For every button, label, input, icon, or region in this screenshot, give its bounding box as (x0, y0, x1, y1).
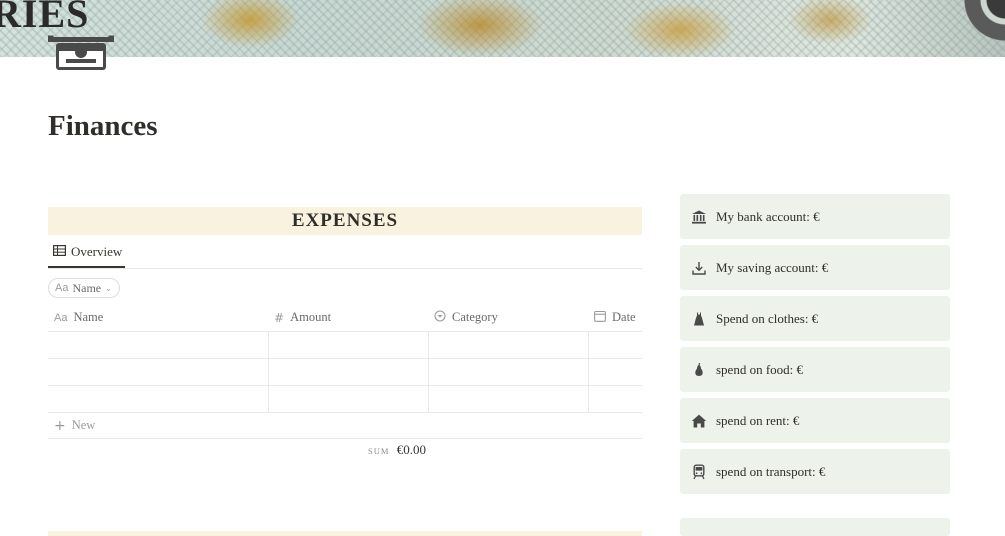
text-property-icon: Aa (54, 311, 68, 324)
cover-image: RIES (0, 0, 1005, 57)
callout-text: spend on rent: € (716, 412, 800, 428)
plus-icon: + (54, 417, 66, 434)
tab-overview[interactable]: Overview (48, 238, 125, 268)
cell-date[interactable] (588, 386, 642, 412)
sum-calculation[interactable]: SUM €0.00 (368, 442, 426, 458)
new-row-button[interactable]: + New (48, 413, 642, 439)
cell-category[interactable] (428, 386, 588, 412)
expenses-table: Aa Name # Amount Category Date + New (48, 304, 642, 439)
calendar-icon (594, 310, 606, 326)
sum-value: €0.00 (396, 442, 426, 457)
new-row-label: New (71, 418, 96, 432)
view-tabs: Overview (48, 238, 642, 269)
callout-bank-account[interactable]: My bank account: € (680, 194, 950, 239)
cell-name[interactable] (48, 359, 268, 385)
pear-icon (691, 362, 707, 378)
money-icon[interactable] (46, 34, 116, 74)
callout-saving-account[interactable]: My saving account: € (680, 245, 950, 290)
expenses-header: EXPENSES (48, 207, 642, 235)
tab-overview-label: Overview (71, 244, 123, 259)
column-header-date[interactable]: Date (588, 304, 642, 331)
callout-text: spend on transport: € (716, 463, 826, 479)
table-header-row: Aa Name # Amount Category Date (48, 304, 642, 332)
callout-rent[interactable]: spend on rent: € (680, 398, 950, 443)
select-icon (434, 309, 446, 326)
callout-transport[interactable]: spend on transport: € (680, 449, 950, 494)
column-header-category[interactable]: Category (428, 304, 588, 331)
column-label: Category (452, 310, 498, 324)
bank-icon (691, 209, 707, 225)
callout-text: My saving account: € (716, 259, 829, 275)
callout-text: Spend on clothes: € (716, 310, 819, 326)
column-header-amount[interactable]: # Amount (268, 304, 428, 331)
text-property-icon: Aa (55, 282, 69, 294)
train-icon (691, 464, 707, 480)
number-property-icon: # (274, 310, 285, 325)
column-label: Amount (290, 310, 332, 324)
table-icon (53, 244, 67, 260)
name-filter[interactable]: Aa Name ⌄ (48, 278, 120, 298)
cell-date[interactable] (588, 359, 642, 385)
callout-clothes[interactable]: Spend on clothes: € (680, 296, 950, 341)
sum-label: SUM (368, 446, 390, 456)
column-header-name[interactable]: Aa Name (48, 304, 268, 331)
name-filter-label: Name (72, 280, 102, 295)
cell-name[interactable] (48, 332, 268, 358)
table-row[interactable] (48, 332, 642, 359)
cell-amount[interactable] (268, 359, 428, 385)
cover-corner-ornament (955, 0, 1005, 57)
cover-text: RIES (0, 0, 90, 36)
page-title: Finances (48, 110, 158, 142)
chevron-down-icon: ⌄ (105, 283, 112, 293)
download-icon (691, 260, 707, 276)
cell-category[interactable] (428, 359, 588, 385)
cell-amount[interactable] (268, 386, 428, 412)
dress-icon (691, 311, 707, 327)
cell-date[interactable] (588, 332, 642, 358)
cell-category[interactable] (428, 332, 588, 358)
next-section-header (48, 531, 642, 536)
table-row[interactable] (48, 386, 642, 413)
callout-text: My bank account: € (716, 208, 820, 224)
house-icon (691, 413, 707, 429)
cell-name[interactable] (48, 386, 268, 412)
table-row[interactable] (48, 359, 642, 386)
callout-partial[interactable] (680, 518, 950, 536)
column-label: Date (612, 310, 636, 324)
callout-food[interactable]: spend on food: € (680, 347, 950, 392)
callout-text: spend on food: € (716, 361, 804, 377)
column-label: Name (73, 310, 104, 324)
cell-amount[interactable] (268, 332, 428, 358)
